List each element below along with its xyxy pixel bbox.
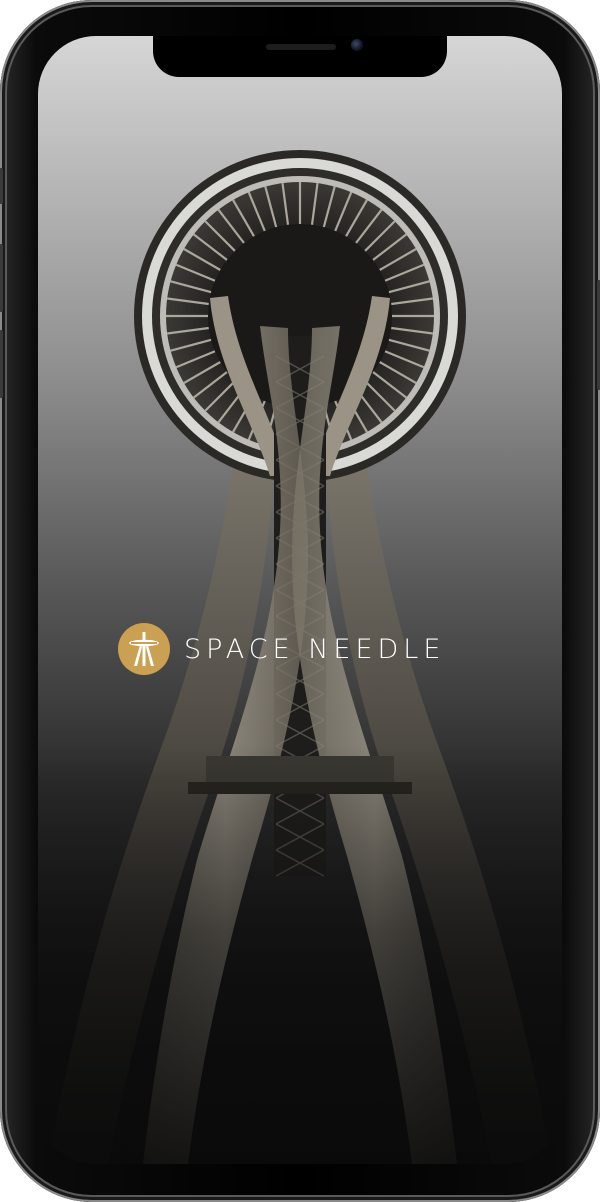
front-camera-icon: [351, 39, 363, 51]
space-needle-icon: [118, 623, 170, 675]
brand-name: SPACE NEEDLE: [184, 633, 446, 665]
app-screen: SPACE NEEDLE: [38, 36, 562, 1164]
brand-logo: SPACE NEEDLE: [118, 623, 445, 675]
notch: [153, 36, 447, 77]
volume-up-button: [0, 244, 3, 312]
speaker-grille: [266, 44, 336, 50]
mute-switch: [0, 168, 3, 204]
volume-down-button: [0, 330, 3, 398]
space-needle-photo: [48, 150, 552, 1164]
phone-frame: SPACE NEEDLE: [0, 0, 600, 1202]
